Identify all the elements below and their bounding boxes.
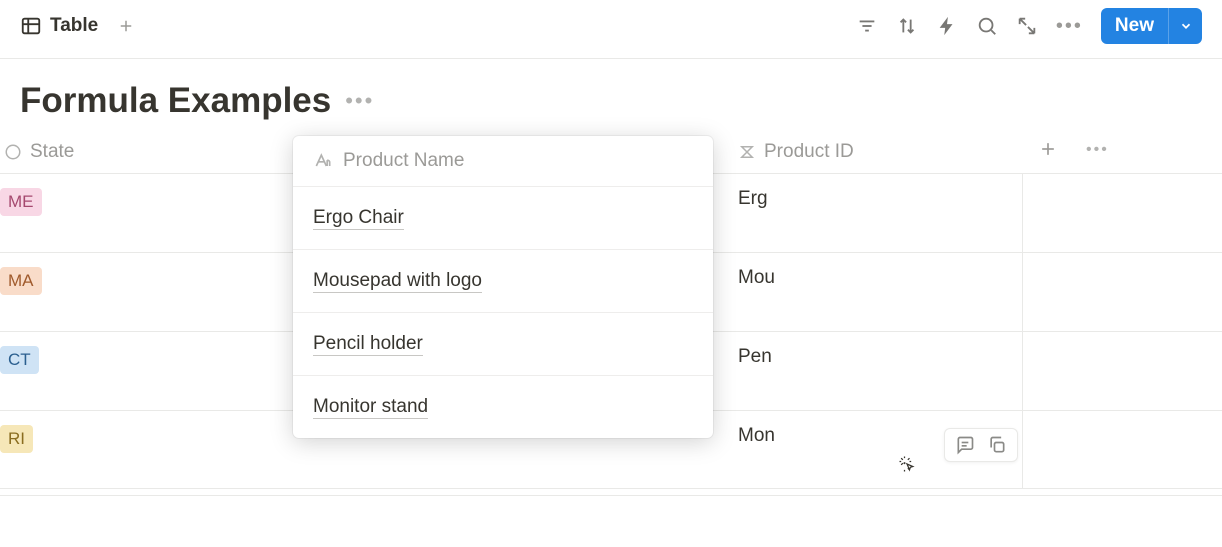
columns-more-button[interactable]: ••• bbox=[1086, 141, 1109, 159]
filter-icon bbox=[856, 15, 878, 37]
dots-icon: ••• bbox=[345, 88, 374, 113]
search-button[interactable] bbox=[976, 15, 998, 37]
cursor-icon bbox=[897, 454, 917, 474]
filter-button[interactable] bbox=[856, 15, 878, 37]
product-id-cell[interactable]: Mou bbox=[738, 267, 775, 289]
chevron-down-icon bbox=[1179, 19, 1193, 33]
product-id-cell[interactable]: Erg bbox=[738, 188, 768, 210]
new-button-label: New bbox=[1101, 8, 1168, 44]
state-tag[interactable]: ME bbox=[0, 188, 42, 216]
product-name-link[interactable]: Ergo Chair bbox=[313, 207, 404, 230]
bolt-icon bbox=[936, 15, 958, 37]
product-name-row[interactable]: Pencil holder bbox=[293, 313, 713, 376]
comment-icon[interactable] bbox=[955, 435, 975, 455]
copy-icon[interactable] bbox=[987, 435, 1007, 455]
product-name-link[interactable]: Mousepad with logo bbox=[313, 270, 482, 293]
toolbar-right: ••• New bbox=[856, 8, 1202, 44]
state-tag[interactable]: RI bbox=[0, 425, 33, 453]
formula-icon bbox=[738, 143, 756, 161]
page-title[interactable]: Formula Examples bbox=[20, 81, 331, 121]
table-bottom-border bbox=[0, 495, 1222, 496]
plus-icon bbox=[1038, 139, 1058, 159]
column-header-product-id[interactable]: Product ID bbox=[738, 131, 854, 173]
product-name-link[interactable]: Monitor stand bbox=[313, 396, 428, 419]
product-id-cell[interactable]: Mon bbox=[738, 425, 775, 447]
panel-header[interactable]: Product Name bbox=[293, 136, 713, 187]
add-view-button[interactable] bbox=[112, 12, 140, 40]
product-name-row[interactable]: Ergo Chair bbox=[293, 187, 713, 250]
search-icon bbox=[976, 15, 998, 37]
panel-header-label: Product Name bbox=[343, 150, 464, 172]
plus-icon bbox=[117, 17, 135, 35]
title-more-button[interactable]: ••• bbox=[345, 88, 374, 114]
add-column-button[interactable] bbox=[1038, 139, 1058, 164]
table-icon bbox=[20, 15, 42, 37]
more-button[interactable]: ••• bbox=[1056, 15, 1083, 38]
automations-button[interactable] bbox=[936, 15, 958, 37]
column-divider bbox=[1022, 174, 1023, 252]
view-tab-label: Table bbox=[50, 15, 98, 37]
column-divider bbox=[1022, 253, 1023, 331]
new-button-dropdown[interactable] bbox=[1168, 8, 1202, 44]
title-row: Formula Examples ••• bbox=[0, 59, 1222, 131]
sort-icon bbox=[896, 15, 918, 37]
column-header-state[interactable]: State bbox=[4, 131, 74, 173]
product-name-link[interactable]: Pencil holder bbox=[313, 333, 423, 356]
sort-button[interactable] bbox=[896, 15, 918, 37]
column-divider bbox=[1022, 332, 1023, 410]
dots-icon: ••• bbox=[1086, 141, 1109, 158]
product-id-cell[interactable]: Pen bbox=[738, 346, 772, 368]
expand-button[interactable] bbox=[1016, 15, 1038, 37]
text-icon bbox=[313, 151, 333, 171]
toolbar-left: Table bbox=[20, 12, 140, 40]
product-name-row[interactable]: Mousepad with logo bbox=[293, 250, 713, 313]
product-name-row[interactable]: Monitor stand bbox=[293, 376, 713, 438]
expand-icon bbox=[1016, 15, 1038, 37]
row-hover-actions bbox=[944, 428, 1018, 462]
column-divider bbox=[1022, 411, 1023, 488]
column-header-label: Product ID bbox=[764, 141, 854, 163]
product-name-panel: Product Name Ergo Chair Mousepad with log… bbox=[293, 136, 713, 438]
toolbar: Table ••• New bbox=[0, 0, 1222, 59]
state-tag[interactable]: MA bbox=[0, 267, 42, 295]
dots-icon: ••• bbox=[1056, 15, 1083, 37]
view-tab-table[interactable]: Table bbox=[20, 15, 98, 37]
state-tag[interactable]: CT bbox=[0, 346, 39, 374]
new-button[interactable]: New bbox=[1101, 8, 1202, 44]
column-header-label: State bbox=[30, 141, 74, 163]
status-icon bbox=[4, 143, 22, 161]
